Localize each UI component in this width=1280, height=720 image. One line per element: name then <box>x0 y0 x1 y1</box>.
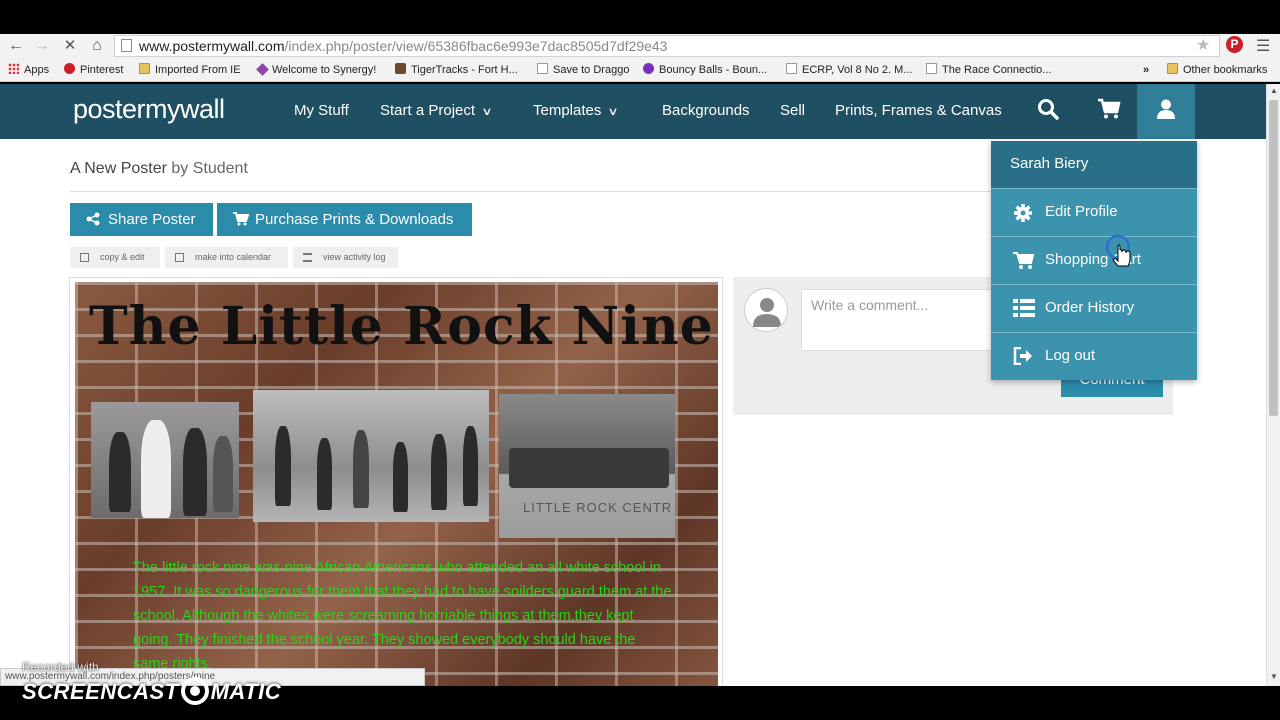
bookmark-tigertracks[interactable]: TigerTracks - Fort H... <box>395 62 518 78</box>
user-icon <box>1157 99 1175 119</box>
bookmark-other[interactable]: Other bookmarks <box>1167 62 1267 78</box>
apps-grid-icon <box>8 63 19 74</box>
avatar <box>744 288 788 332</box>
back-icon[interactable]: ← <box>6 36 26 56</box>
school-caption: LITTLE ROCK CENTR <box>523 500 673 515</box>
share-poster-button[interactable]: Share Poster <box>70 203 213 236</box>
page-title: A New Poster by Student <box>70 160 248 177</box>
url-path: /index.php/poster/view/65386fbac6e993e7d… <box>284 38 668 54</box>
user-icon <box>753 298 781 327</box>
scrollbar[interactable]: ▲ ▼ <box>1266 84 1280 686</box>
poster-body-text: The little rock nine was nine African Am… <box>133 560 672 672</box>
copy-edit-button[interactable]: copy & edit <box>70 247 160 268</box>
share-icon <box>86 212 100 226</box>
page-icon <box>786 63 797 74</box>
list-icon <box>303 253 312 262</box>
site-logo[interactable]: postermywall <box>73 94 225 125</box>
bookmark-apps[interactable]: Apps <box>8 62 49 78</box>
make-calendar-button[interactable]: make into calendar <box>165 247 288 268</box>
order-history-item[interactable]: Order History <box>991 285 1197 333</box>
nav-start-project[interactable]: Start a Project ∨ <box>380 102 493 119</box>
divider <box>70 191 992 192</box>
nav-prints-frames[interactable]: Prints, Frames & Canvas <box>835 102 1002 119</box>
author-byline: by Student <box>171 160 248 177</box>
more-bookmarks-chevron-icon[interactable]: » <box>1143 62 1149 78</box>
bookmark-synergy[interactable]: Welcome to Synergy! <box>256 62 376 78</box>
edit-profile-item[interactable]: Edit Profile <box>991 189 1197 237</box>
site-header: postermywall My Stuff Start a Project ∨ T… <box>0 84 1266 139</box>
activity-log-button[interactable]: view activity log <box>293 247 398 268</box>
poster-image[interactable]: The Little Rock Nine LITTLE ROCK CENTR T… <box>75 282 718 686</box>
stop-icon[interactable]: ✕ <box>60 36 80 56</box>
bookmark-ecrp[interactable]: ECRP, Vol 8 No 2. M... <box>786 62 912 78</box>
pinterest-icon <box>64 63 75 74</box>
bookmarks-bar: Apps Pinterest Imported From IE Welcome … <box>0 58 1280 82</box>
poster-title: The Little Rock Nine <box>89 296 714 357</box>
hand-cursor-icon <box>1105 234 1131 267</box>
nav-my-stuff[interactable]: My Stuff <box>294 102 349 119</box>
user-dropdown-menu: Sarah Biery Edit Profile Shopping Cart O… <box>991 141 1197 380</box>
top-letterbox <box>0 0 1280 34</box>
log-out-item[interactable]: Log out <box>991 333 1197 381</box>
chevron-down-icon: ∨ <box>607 106 620 118</box>
page-icon <box>121 39 132 52</box>
poster-photo-soldiers <box>253 390 489 522</box>
bookmark-imported-ie[interactable]: Imported From IE <box>139 62 241 78</box>
pinterest-extension-icon[interactable]: P <box>1226 36 1243 53</box>
folder-icon <box>1167 63 1178 74</box>
watermark-logo: SCREENCAST MATIC <box>22 677 282 705</box>
scroll-up-icon[interactable]: ▲ <box>1270 86 1278 95</box>
cart-icon[interactable] <box>1097 98 1121 120</box>
browser-chrome: ← → ✕ ⌂ www.postermywall.com/index.php/p… <box>0 34 1280 82</box>
user-menu-button[interactable] <box>1137 84 1195 139</box>
bookmark-pinterest[interactable]: Pinterest <box>64 62 123 78</box>
bookmark-draggo[interactable]: Save to Draggo <box>537 62 629 78</box>
copy-icon <box>80 253 89 262</box>
address-bar[interactable]: www.postermywall.com/index.php/poster/vi… <box>114 35 1220 57</box>
purchase-prints-button[interactable]: Purchase Prints & Downloads <box>217 203 472 236</box>
bookmark-star-icon[interactable]: ★ <box>1196 35 1210 55</box>
calendar-icon <box>175 253 184 262</box>
poster-photo-school: LITTLE ROCK CENTR <box>499 394 675 538</box>
forward-icon[interactable]: → <box>32 36 52 56</box>
watermark-recorded: Recorded with <box>22 660 99 674</box>
shopping-cart-item[interactable]: Shopping Cart <box>991 237 1197 285</box>
list-icon <box>1013 299 1035 317</box>
gear-icon <box>1014 204 1032 222</box>
page-icon <box>926 63 937 74</box>
record-icon <box>180 677 209 705</box>
bookmark-race-connection[interactable]: The Race Connectio... <box>926 62 1051 78</box>
scroll-down-icon[interactable]: ▼ <box>1270 672 1278 681</box>
nav-backgrounds[interactable]: Backgrounds <box>662 102 750 119</box>
bookmark-bouncy-balls[interactable]: Bouncy Balls - Boun... <box>643 62 767 78</box>
ball-icon <box>643 63 654 74</box>
menu-icon[interactable]: ☰ <box>1256 36 1270 56</box>
chevron-down-icon: ∨ <box>481 106 493 118</box>
cart-icon <box>233 212 249 226</box>
user-name-item[interactable]: Sarah Biery <box>991 141 1197 189</box>
home-icon[interactable]: ⌂ <box>87 36 107 56</box>
logout-icon <box>1013 347 1032 365</box>
tiger-icon <box>395 63 406 74</box>
page-viewport: postermywall My Stuff Start a Project ∨ T… <box>0 84 1266 686</box>
search-icon[interactable] <box>1037 98 1059 120</box>
folder-icon <box>139 63 150 74</box>
url-domain: www.postermywall.com <box>139 38 285 54</box>
synergy-icon <box>256 63 269 76</box>
scroll-thumb[interactable] <box>1269 100 1278 416</box>
nav-sell[interactable]: Sell <box>780 102 805 119</box>
page-icon <box>537 63 548 74</box>
nav-templates[interactable]: Templates ∨ <box>533 102 620 119</box>
poster-photo-students <box>91 402 239 518</box>
cart-icon <box>1013 252 1035 269</box>
